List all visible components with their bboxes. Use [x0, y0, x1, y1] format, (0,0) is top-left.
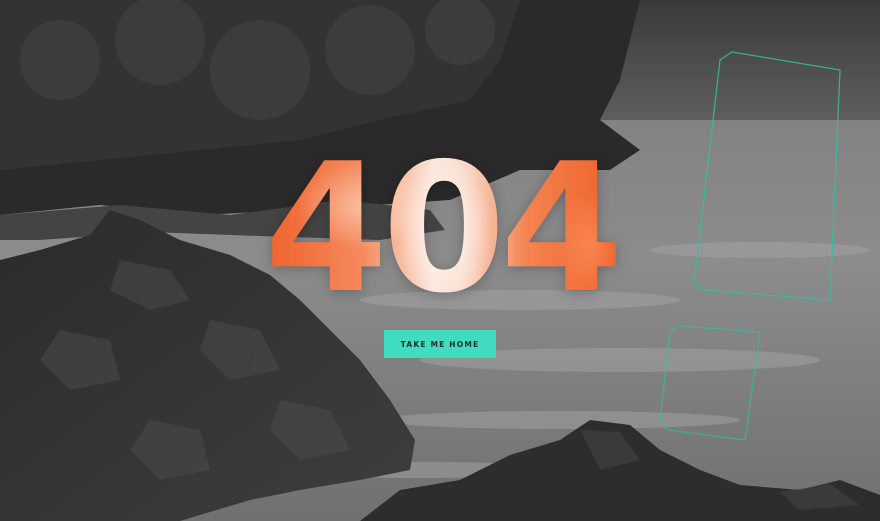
error-code-heading: 404 — [246, 150, 636, 308]
take-me-home-button[interactable]: TAKE ME HOME — [384, 330, 496, 358]
